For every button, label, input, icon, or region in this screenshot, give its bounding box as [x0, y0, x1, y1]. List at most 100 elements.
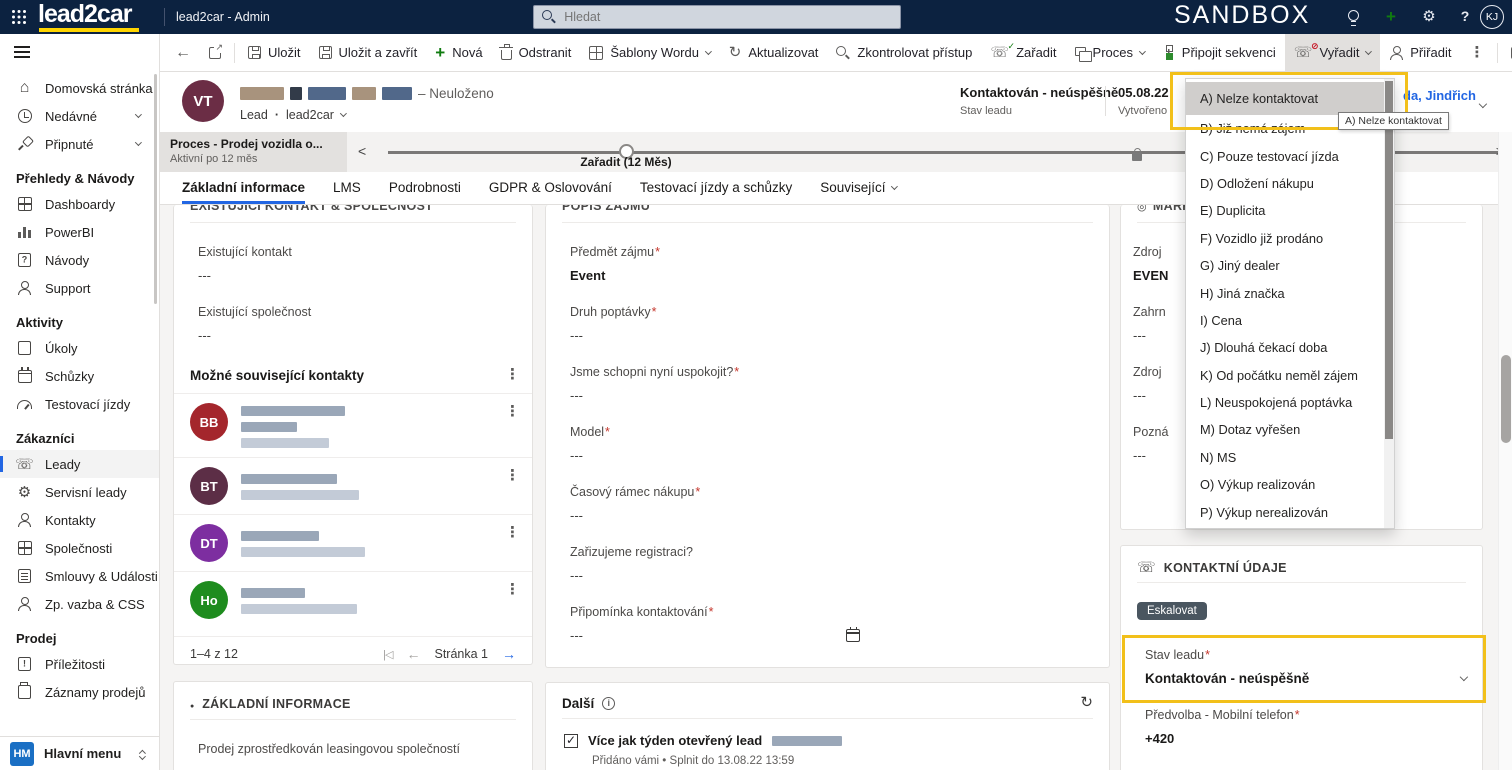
sidebar-item-pinned[interactable]: Připnuté [0, 130, 159, 158]
save-close-button[interactable]: Uložit a zavřít [310, 34, 427, 72]
process-stage-block[interactable]: Proces - Prodej vozidla o... Aktivní po … [160, 132, 347, 172]
search-input[interactable] [562, 9, 892, 25]
field-pripominka[interactable]: Připomínka kontaktování --- [570, 605, 1109, 643]
menu-item-e[interactable]: E) Duplicita [1186, 197, 1384, 224]
process-button[interactable]: Proces [1066, 34, 1154, 72]
field-druh-poptavky[interactable]: Druh poptávky --- [570, 305, 1109, 343]
menu-item-k[interactable]: K) Od počátku neměl zájem [1186, 362, 1384, 389]
hamburger-menu-icon[interactable] [14, 46, 30, 58]
menu-item-c[interactable]: C) Pouze testovací jízda [1186, 142, 1384, 169]
process-prev-chevron[interactable] [358, 143, 366, 161]
sidebar-item-feedback[interactable]: Zp. vazba & CSS [0, 590, 159, 618]
save-button[interactable]: Uložit [239, 34, 310, 72]
scrollbar-thumb[interactable] [1385, 81, 1393, 439]
tab-lms[interactable]: LMS [333, 180, 361, 204]
sidebar-item-home[interactable]: Domovská stránka [0, 74, 159, 102]
menu-item-m[interactable]: M) Dotaz vyřešen [1186, 416, 1384, 443]
contact-list-item[interactable]: BT [174, 457, 532, 514]
sidebar-item-contracts[interactable]: Smlouvy & Události [0, 562, 159, 590]
help-icon[interactable] [1450, 0, 1480, 34]
header-collapse-chevron[interactable] [1478, 94, 1487, 112]
field-existing-contact[interactable]: Existující kontakt --- [198, 245, 532, 283]
qualify-button[interactable]: Zařadit [981, 34, 1065, 72]
tab-testovaci-jizdy[interactable]: Testovací jízdy a schůzky [640, 180, 792, 204]
prev-page-icon[interactable] [406, 647, 420, 662]
quick-create-icon[interactable] [1376, 0, 1406, 34]
header-created-field[interactable]: 05.08.22 Vytvořeno [1118, 85, 1169, 117]
row-more-icon[interactable] [505, 525, 520, 541]
field-predmet-zajmu[interactable]: Předmět zájmu Event [570, 245, 1109, 283]
menu-item-f[interactable]: F) Vozidlo již prodáno [1186, 225, 1384, 252]
sidebar-item-leads[interactable]: Leady [0, 450, 159, 478]
menu-item-l[interactable]: L) Neuspokojená poptávka [1186, 389, 1384, 416]
word-templates-button[interactable]: Šablony Wordu [580, 34, 719, 72]
menu-item-h[interactable]: H) Jiná značka [1186, 279, 1384, 306]
header-status-field[interactable]: Kontaktován - neúspěšně Stav leadu [960, 85, 1118, 117]
menu-item-n[interactable]: N) MS [1186, 444, 1384, 471]
connect-sequence-button[interactable]: Připojit sekvenci [1154, 34, 1285, 72]
tab-zakladni-informace[interactable]: Základní informace [182, 180, 306, 204]
more-commands-button[interactable] [1460, 34, 1493, 72]
back-button[interactable] [166, 34, 200, 72]
form-selector[interactable]: lead2car [286, 108, 334, 122]
info-icon[interactable] [602, 696, 616, 710]
delete-button[interactable]: Odstranit [492, 34, 581, 72]
field-jsme-schopni[interactable]: Jsme schopni nyní uspokojit? --- [570, 365, 1109, 403]
tab-gdpr[interactable]: GDPR & Oslovování [489, 180, 612, 204]
user-avatar[interactable]: KJ [1480, 5, 1504, 29]
field-existing-company[interactable]: Existující společnost --- [198, 305, 532, 343]
field-leasing[interactable]: Prodej zprostředkován leasingovou společ… [198, 742, 532, 756]
sidebar-item-support[interactable]: Support [0, 274, 159, 302]
calendar-icon[interactable] [846, 626, 860, 642]
owner-link[interactable]: da, Jindřich [1403, 88, 1476, 103]
contact-list-item[interactable]: BB [174, 393, 532, 457]
field-casovy-ramec[interactable]: Časový rámec nákupu --- [570, 485, 1109, 523]
row-more-icon[interactable] [505, 468, 520, 484]
field-registrace[interactable]: Zařizujeme registraci? --- [570, 545, 1109, 583]
chevron-down-icon[interactable] [1460, 672, 1469, 682]
menu-item-a[interactable]: A) Nelze kontaktovat [1186, 82, 1384, 115]
scrollbar-thumb[interactable] [1501, 355, 1511, 443]
tab-podrobnosti[interactable]: Podrobnosti [389, 180, 461, 204]
new-button[interactable]: Nová [426, 34, 491, 72]
main-scrollbar[interactable] [1498, 132, 1512, 770]
row-more-icon[interactable] [505, 404, 520, 420]
sidebar-item-guides[interactable]: Návody [0, 246, 159, 274]
tab-souvisejici[interactable]: Související [820, 180, 898, 204]
sidebar-item-recent[interactable]: Nedávné [0, 102, 159, 130]
sidebar-item-opportunities[interactable]: Příležitosti [0, 650, 159, 678]
menu-item-i[interactable]: I) Cena [1186, 307, 1384, 334]
dropdown-scrollbar[interactable] [1384, 79, 1394, 528]
sidebar-item-companies[interactable]: Společnosti [0, 534, 159, 562]
refresh-icon[interactable] [1080, 695, 1093, 711]
waffle-icon[interactable] [4, 0, 34, 34]
assign-button[interactable]: Přiřadit [1380, 34, 1460, 72]
check-access-button[interactable]: Zkontrolovat přístup [827, 34, 981, 72]
field-stav-leadu[interactable]: Stav leadu Kontaktován - neúspěšně [1145, 648, 1482, 686]
sidebar-item-dashboards[interactable]: Dashboardy [0, 190, 159, 218]
settings-gear-icon[interactable] [1414, 0, 1444, 34]
sidebar-item-test-drives[interactable]: Testovací jízdy [0, 390, 159, 418]
field-model[interactable]: Model --- [570, 425, 1109, 463]
menu-item-p[interactable]: P) Výkup nerealizován [1186, 498, 1384, 525]
next-page-icon[interactable] [502, 647, 516, 662]
sidebar-scrollbar[interactable] [154, 74, 157, 304]
sidebar-item-sales-records[interactable]: Záznamy prodejů [0, 678, 159, 706]
field-predvolba[interactable]: Předvolba - Mobilní telefon +420 [1145, 708, 1482, 746]
menu-item-o[interactable]: O) Výkup realizován [1186, 471, 1384, 498]
global-search[interactable] [533, 5, 901, 29]
menu-item-d[interactable]: D) Odložení nákupu [1186, 170, 1384, 197]
sidebar-item-powerbi[interactable]: PowerBI [0, 218, 159, 246]
refresh-button[interactable]: Aktualizovat [720, 34, 828, 72]
disqualify-button[interactable]: Vyřadit [1284, 33, 1381, 72]
first-page-icon[interactable] [383, 648, 392, 661]
sidebar-footer-menu[interactable]: HM Hlavní menu [0, 736, 159, 770]
contact-list-item[interactable]: DT [174, 514, 532, 571]
todo-checkbox[interactable] [564, 733, 578, 748]
menu-item-g[interactable]: G) Jiný dealer [1186, 252, 1384, 279]
row-more-icon[interactable] [505, 582, 520, 598]
popout-button[interactable] [200, 34, 230, 72]
sidebar-item-contacts[interactable]: Kontakty [0, 506, 159, 534]
share-button[interactable]: Sdílet [1502, 34, 1512, 72]
lightbulb-icon[interactable] [1338, 0, 1368, 34]
